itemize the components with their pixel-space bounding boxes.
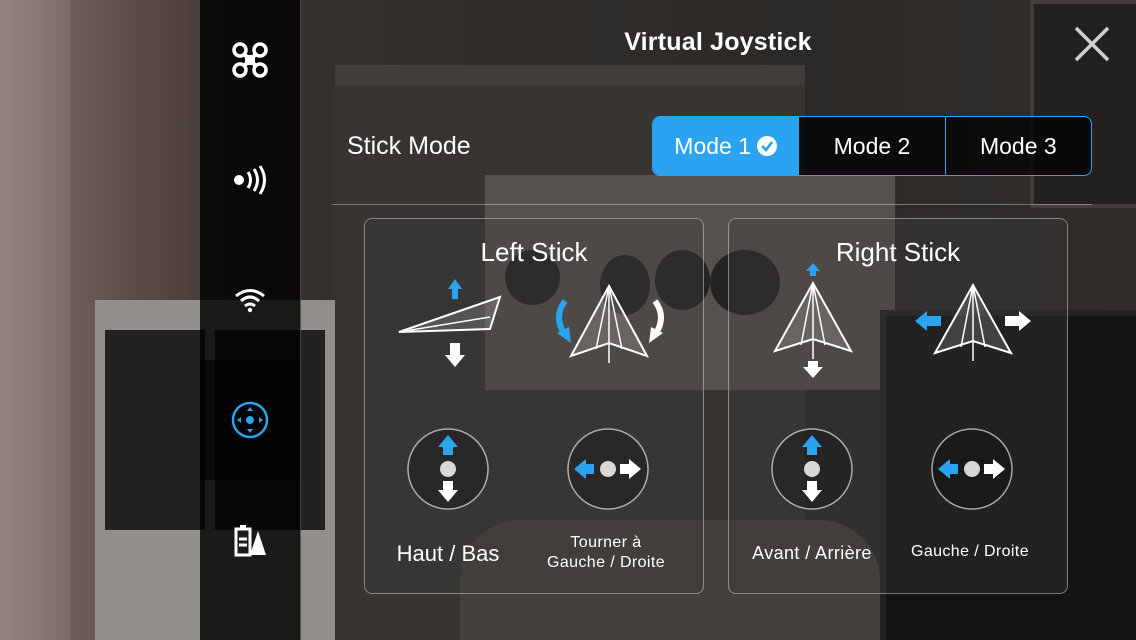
left-stick-vertical-joystick [407, 428, 489, 510]
plane-pitch-icon [772, 263, 854, 378]
signal-icon [234, 165, 266, 195]
stick-mode-selector: Mode 1 Mode 2 Mode 3 [652, 116, 1092, 176]
plane-roll-icon [915, 282, 1031, 361]
right-stick-horizontal-joystick [931, 428, 1013, 510]
left-stick-horizontal-joystick [567, 428, 649, 510]
wifi-icon [235, 289, 265, 313]
left-stick-horizontal-label: Tourner à Gauche / Droite [531, 533, 681, 573]
left-stick-title: Left Stick [480, 237, 588, 267]
close-button[interactable] [1072, 24, 1112, 64]
mode-1-button[interactable]: Mode 1 [653, 117, 799, 175]
sidebar-item-wifi[interactable] [200, 240, 300, 360]
left-stick-panel: Left Stick Haut / Bas Tourner à Gauche /… [364, 218, 704, 594]
battery-icon [234, 525, 266, 557]
sidebar-item-battery[interactable] [200, 480, 300, 600]
joystick-icon [231, 401, 269, 439]
divider [332, 204, 1092, 205]
close-icon [1074, 26, 1110, 62]
mode-3-button[interactable]: Mode 3 [944, 117, 1091, 175]
left-stick-horizontal-label-line2: Gauche / Droite [546, 554, 666, 571]
right-stick-horizontal-label: Gauche / Droite [910, 543, 1030, 560]
left-stick-horizontal-label-line1: Tourner à [570, 534, 642, 551]
drone-icon [232, 42, 268, 78]
mode-2-label: Mode 2 [833, 132, 911, 159]
checkmark-icon [757, 136, 778, 156]
sidebar-item-aircraft[interactable] [200, 0, 300, 120]
right-stick-panel: Right Stick Avant / Arrière Gauche / Dro… [728, 218, 1068, 594]
sidebar-item-joystick[interactable] [200, 360, 300, 480]
page-title: Virtual Joystick [624, 28, 812, 56]
right-stick-vertical-label: Avant / Arrière [752, 543, 872, 563]
sidebar [200, 0, 301, 640]
mode-3-label: Mode 3 [979, 132, 1057, 159]
mode-2-button[interactable]: Mode 2 [798, 117, 944, 175]
mode-1-label: Mode 1 [674, 132, 752, 159]
left-stick-vertical-label: Haut / Bas [396, 541, 500, 566]
plane-yaw-icon [556, 283, 664, 363]
plane-side-icon [398, 279, 502, 367]
stick-mode-label: Stick Mode [347, 132, 471, 160]
right-stick-vertical-joystick [771, 428, 853, 510]
sidebar-item-remote[interactable] [200, 120, 300, 240]
